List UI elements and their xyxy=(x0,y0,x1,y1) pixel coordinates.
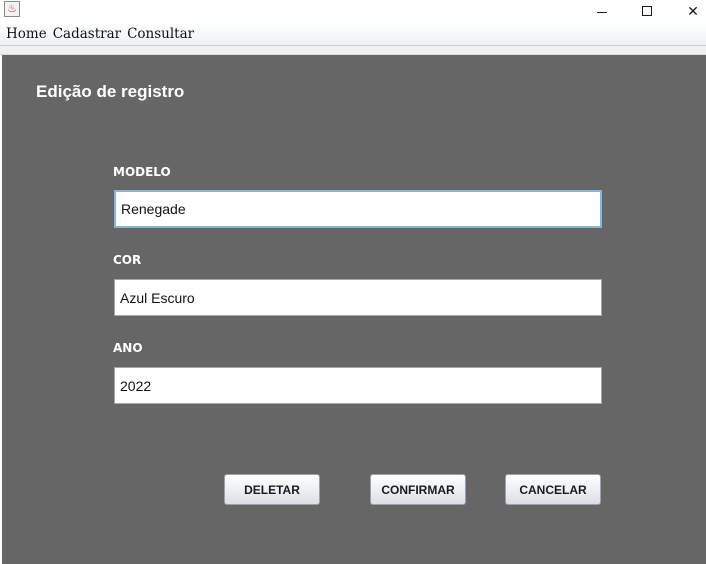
close-button[interactable]: ✕ xyxy=(670,0,706,22)
maximize-icon xyxy=(642,6,652,16)
minimize-button[interactable] xyxy=(579,0,625,22)
modelo-label: MODELO xyxy=(113,165,171,179)
app-window: ♨ ✕ Home Cadastrar Consultar Edição de r… xyxy=(0,0,706,564)
deletar-button[interactable]: DELETAR xyxy=(224,474,320,505)
cancelar-button[interactable]: CANCELAR xyxy=(505,474,601,505)
edit-panel: Edição de registro MODELO COR ANO DELETA… xyxy=(2,55,706,564)
java-cup-icon[interactable]: ♨ xyxy=(4,1,20,17)
cor-field[interactable] xyxy=(114,279,602,316)
ano-field[interactable] xyxy=(114,367,602,404)
menu-cadastrar[interactable]: Cadastrar xyxy=(50,26,124,42)
ano-label: ANO xyxy=(113,341,143,355)
menu-bar: Home Cadastrar Consultar xyxy=(0,22,706,46)
cor-label: COR xyxy=(113,253,142,267)
maximize-button[interactable] xyxy=(624,0,670,22)
confirmar-button[interactable]: CONFIRMAR xyxy=(370,474,466,505)
minimize-icon xyxy=(597,11,607,13)
menu-home[interactable]: Home xyxy=(3,26,50,42)
page-title: Edição de registro xyxy=(36,82,185,101)
modelo-field[interactable] xyxy=(114,190,602,228)
menu-consultar[interactable]: Consultar xyxy=(124,26,197,42)
title-bar: ♨ ✕ xyxy=(0,0,706,22)
close-icon: ✕ xyxy=(687,2,699,19)
menu-separator xyxy=(0,46,706,55)
